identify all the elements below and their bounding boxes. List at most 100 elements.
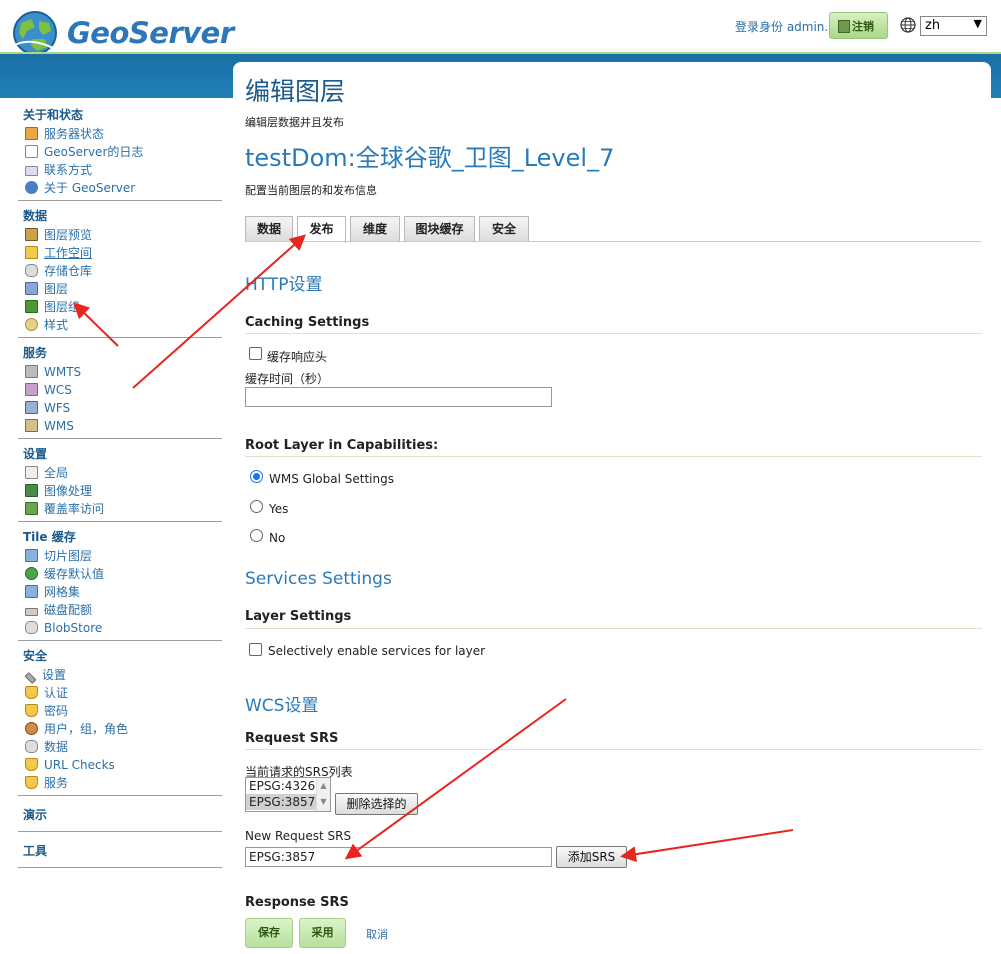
sidebar-item-label: 网格集 — [44, 585, 81, 599]
sidebar-item-wfs[interactable]: WFS — [18, 399, 222, 417]
root-yes-label: Yes — [269, 502, 289, 516]
divider — [245, 333, 982, 334]
tab-dimensions[interactable]: 维度 — [350, 216, 400, 242]
sidebar-item-label: 全局 — [44, 466, 69, 480]
section-security: 安全 — [23, 649, 48, 663]
add-srs-button[interactable]: 添加SRS — [556, 846, 627, 868]
selectively-enable-label: Selectively enable services for layer — [268, 644, 486, 658]
sidebar-item-passwords[interactable]: 密码 — [18, 702, 222, 720]
tab-publishing[interactable]: 发布 — [297, 216, 346, 243]
sidebar-item-wmts[interactable]: WMTS — [18, 363, 222, 381]
root-no-radio[interactable] — [250, 529, 263, 542]
sidebar-item-about[interactable]: 关于 GeoServer — [18, 179, 222, 197]
language-select[interactable]: zh ▼ — [920, 16, 987, 36]
sidebar-item-contact[interactable]: 联系方式 — [18, 161, 222, 179]
sidebar-item-label: 缓存默认值 — [44, 567, 105, 581]
root-wms-global-radio[interactable] — [250, 470, 263, 483]
wcs-icon — [25, 383, 38, 396]
srs-option[interactable]: EPSG:4326 — [246, 778, 317, 794]
sidebar-item-layer-groups[interactable]: 图层组 — [18, 298, 222, 316]
sidebar-item-label: WMS — [44, 419, 74, 433]
store-icon — [25, 264, 38, 277]
sidebar-item-workspaces[interactable]: 工作空间 — [18, 244, 222, 262]
tab-underline — [245, 241, 981, 242]
password-icon — [25, 704, 38, 717]
root-layer-heading: Root Layer in Capabilities: — [245, 438, 439, 453]
cache-time-label: 缓存时间（秒） — [245, 372, 330, 386]
srs-listbox[interactable]: EPSG:4326 EPSG:3857 ▲ ▼ — [245, 777, 331, 812]
sidebar-item-label: 图层组 — [44, 300, 81, 314]
sidebar-item-label: 服务 — [44, 776, 69, 790]
sidebar-item-logs[interactable]: GeoServer的日志 — [18, 143, 222, 161]
sidebar-item-coverage-access[interactable]: 覆盖率访问 — [18, 500, 222, 518]
sidebar-item-label: 切片图层 — [44, 549, 93, 563]
sidebar-item-authentication[interactable]: 认证 — [18, 684, 222, 702]
apply-button[interactable]: 采用 — [299, 918, 346, 948]
sidebar-item-disk-quota[interactable]: 磁盘配额 — [18, 601, 222, 619]
divider — [245, 628, 982, 629]
sidebar-item-wcs[interactable]: WCS — [18, 381, 222, 399]
service-security-icon — [25, 776, 38, 789]
layer-preview-icon — [25, 228, 38, 241]
divider — [245, 456, 982, 457]
sidebar-item-tools[interactable]: 工具 — [18, 832, 222, 867]
section-tile-cache: Tile 缓存 — [23, 530, 76, 544]
caching-settings-heading: Caching Settings — [245, 315, 370, 330]
login-status: 登录身份 admin. — [735, 20, 829, 34]
tab-security[interactable]: 安全 — [479, 216, 529, 242]
sidebar-item-cache-defaults[interactable]: 缓存默认值 — [18, 565, 222, 583]
style-icon — [25, 318, 38, 331]
sidebar-item-tile-layers[interactable]: 切片图层 — [18, 547, 222, 565]
srs-option-selected[interactable]: EPSG:3857 — [246, 794, 317, 810]
sidebar-item-demos[interactable]: 演示 — [18, 796, 222, 831]
response-srs-heading: Response SRS — [245, 895, 349, 910]
tab-data[interactable]: 数据 — [245, 216, 293, 242]
layer-subtitle: 配置当前图层的和发布信息 — [245, 184, 377, 197]
sidebar-item-layers[interactable]: 图层 — [18, 280, 222, 298]
divider — [245, 749, 982, 750]
disk-quota-icon — [25, 608, 38, 616]
sidebar-item-security-settings[interactable]: 设置 — [18, 666, 222, 685]
sidebar-item-label: 图层预览 — [44, 228, 93, 242]
sidebar-item-label: 服务器状态 — [44, 127, 105, 141]
sidebar-item-users-groups-roles[interactable]: 用户，组，角色 — [18, 720, 222, 738]
sidebar-item-layer-preview[interactable]: 图层预览 — [18, 226, 222, 244]
root-no-label: No — [269, 531, 286, 545]
tab-tile-caching[interactable]: 图块缓存 — [404, 216, 475, 242]
sidebar-item-styles[interactable]: 样式 — [18, 316, 222, 334]
sidebar-item-gridsets[interactable]: 网格集 — [18, 583, 222, 601]
sidebar-item-server-status[interactable]: 服务器状态 — [18, 125, 222, 143]
sidebar-item-global[interactable]: 全局 — [18, 464, 222, 482]
sidebar-item-label: WFS — [44, 401, 71, 415]
sidebar-item-label: BlobStore — [44, 621, 103, 635]
cancel-link[interactable]: 取消 — [366, 926, 388, 942]
cache-headers-label: 缓存响应头 — [267, 350, 328, 364]
remove-selected-button[interactable]: 删除选择的 — [335, 793, 418, 815]
sidebar-item-stores[interactable]: 存储仓库 — [18, 262, 222, 280]
sidebar-item-wms[interactable]: WMS — [18, 417, 222, 435]
sidebar-item-label: 认证 — [44, 686, 69, 700]
new-srs-input[interactable]: EPSG:3857 — [245, 847, 552, 867]
save-button[interactable]: 保存 — [245, 918, 293, 948]
sidebar-item-blobstore[interactable]: BlobStore — [18, 619, 222, 637]
shield-icon — [25, 686, 38, 699]
root-yes-radio[interactable] — [250, 500, 263, 513]
sidebar-item-label: 设置 — [42, 668, 67, 682]
sidebar-item-image-processing[interactable]: 图像处理 — [18, 482, 222, 500]
main-panel: 编辑图层 编辑层数据并且发布 testDom:全球谷歌_卫图_Level_7 配… — [233, 62, 991, 954]
selectively-enable-checkbox[interactable] — [249, 643, 262, 656]
cache-defaults-icon — [25, 567, 38, 580]
tile-layers-icon — [25, 549, 38, 562]
global-icon — [25, 466, 38, 479]
services-settings-heading: Services Settings — [245, 569, 392, 589]
cache-headers-checkbox[interactable] — [249, 347, 262, 360]
sidebar-item-label: WMTS — [44, 365, 82, 379]
sidebar-item-data-security[interactable]: 数据 — [18, 738, 222, 756]
logout-button[interactable]: 注销 — [829, 12, 888, 39]
sidebar-item-label: GeoServer的日志 — [44, 145, 144, 159]
sidebar-item-label: 存储仓库 — [44, 264, 93, 278]
sidebar-item-url-checks[interactable]: URL Checks — [18, 756, 222, 774]
listbox-scrollbar[interactable]: ▲ ▼ — [316, 778, 330, 811]
cache-time-input[interactable] — [245, 387, 552, 407]
sidebar-item-service-security[interactable]: 服务 — [18, 774, 222, 792]
